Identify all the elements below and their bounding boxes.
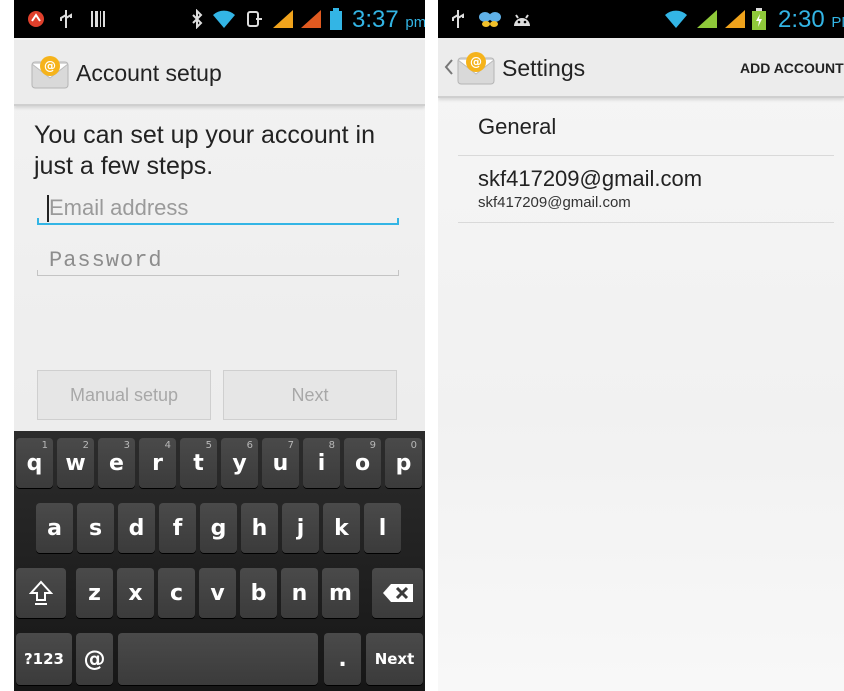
usb-icon [450,9,466,29]
text-cursor [47,195,49,222]
signal-icon-sim2 [724,9,746,29]
period-key[interactable]: . [324,633,361,685]
key-l[interactable]: l [364,503,401,553]
key-i[interactable]: i8 [303,438,340,488]
key-g[interactable]: g [200,503,237,553]
app-notification-icon [26,9,46,29]
wifi-icon [212,9,236,29]
soft-keyboard: q 1 w 2 e 3 r 4 t 5 y 6 u 7 i 8 o 9 p 0 a s d f g h j k l z x c v b n m ?123… [14,431,425,691]
back-chevron-icon[interactable] [444,58,454,81]
key-d[interactable]: d [118,503,155,553]
page-title: Account setup [76,60,222,86]
barcode-icon [90,9,106,29]
email-input[interactable] [37,191,399,225]
divider [458,222,834,223]
settings-screen: 2:30 PM @ Settings ADD ACCOUNT General s… [438,0,844,691]
key-c[interactable]: c [158,568,195,618]
battery-charging-icon [752,8,766,30]
key-s[interactable]: s [77,503,114,553]
manual-setup-button[interactable]: Manual setup [37,370,211,420]
account-title: skf417209@gmail.com [478,166,703,191]
email-underline [37,223,399,225]
space-key[interactable] [118,633,318,685]
next-button[interactable]: Next [223,370,397,420]
key-k[interactable]: k [323,503,360,553]
list-item-account[interactable]: skf417209@gmail.com skf417209@gmail.com [478,166,832,211]
key-o[interactable]: o9 [344,438,381,488]
shift-icon [29,580,53,605]
email-app-icon: @ [30,54,70,95]
list-item-general[interactable]: General [478,114,832,140]
key-u[interactable]: u7 [262,438,299,488]
symbols-key[interactable]: ?123 [16,633,72,685]
backspace-icon [382,584,413,602]
key-b[interactable]: b [240,568,277,618]
android-debug-icon [512,9,532,29]
password-field[interactable] [37,242,399,276]
key-f[interactable]: f [159,503,196,553]
signal-icon-sim1 [272,9,294,29]
signal-icon-sim2 [300,9,322,29]
key-t[interactable]: t5 [180,438,217,488]
key-w[interactable]: w2 [57,438,94,488]
key-a[interactable]: a [36,503,73,553]
status-time: 3:37 pm [352,6,425,33]
key-y[interactable]: y6 [221,438,258,488]
key-j[interactable]: j [282,503,319,553]
account-setup-screen: 3:37 pm @ Account setup You can set up y… [14,0,425,691]
key-q[interactable]: q1 [16,438,53,488]
next-key[interactable]: Next [366,633,423,685]
status-bar: 3:37 pm [14,0,425,38]
page-title: Settings [502,55,586,81]
account-subtitle: skf417209@gmail.com [478,194,631,211]
svg-text:@: @ [44,59,56,73]
general-label: General [478,114,557,139]
status-bar: 2:30 PM [438,0,844,38]
at-key[interactable]: @ [76,633,113,685]
email-app-icon[interactable]: @ [456,50,496,91]
usb-icon [58,9,74,29]
bluetooth-icon [190,9,204,29]
key-p[interactable]: p0 [385,438,422,488]
key-r[interactable]: r4 [139,438,176,488]
key-m[interactable]: m [322,568,359,618]
svg-text:@: @ [470,55,482,69]
battery-icon [330,8,342,30]
backspace-key[interactable] [372,568,423,618]
key-n[interactable]: n [281,568,318,618]
password-underline [37,275,399,276]
key-x[interactable]: x [117,568,154,618]
action-bar: @ Settings ADD ACCOUNT [438,38,844,98]
divider [458,155,834,156]
butterfly-notification-icon [478,9,502,29]
key-e[interactable]: e3 [98,438,135,488]
wifi-icon [664,9,688,29]
setup-intro-text: You can set up your account in just a fe… [34,121,375,180]
key-h[interactable]: h [241,503,278,553]
email-field[interactable] [37,191,399,225]
data-sync-icon [244,9,264,29]
shift-key[interactable] [16,568,66,618]
status-time: 2:30 PM [778,6,844,33]
signal-icon-sim1 [696,9,718,29]
key-v[interactable]: v [199,568,236,618]
password-input[interactable] [37,242,399,276]
add-account-button[interactable]: ADD ACCOUNT [740,60,844,76]
action-bar: @ Account setup [14,40,425,106]
key-z[interactable]: z [76,568,113,618]
